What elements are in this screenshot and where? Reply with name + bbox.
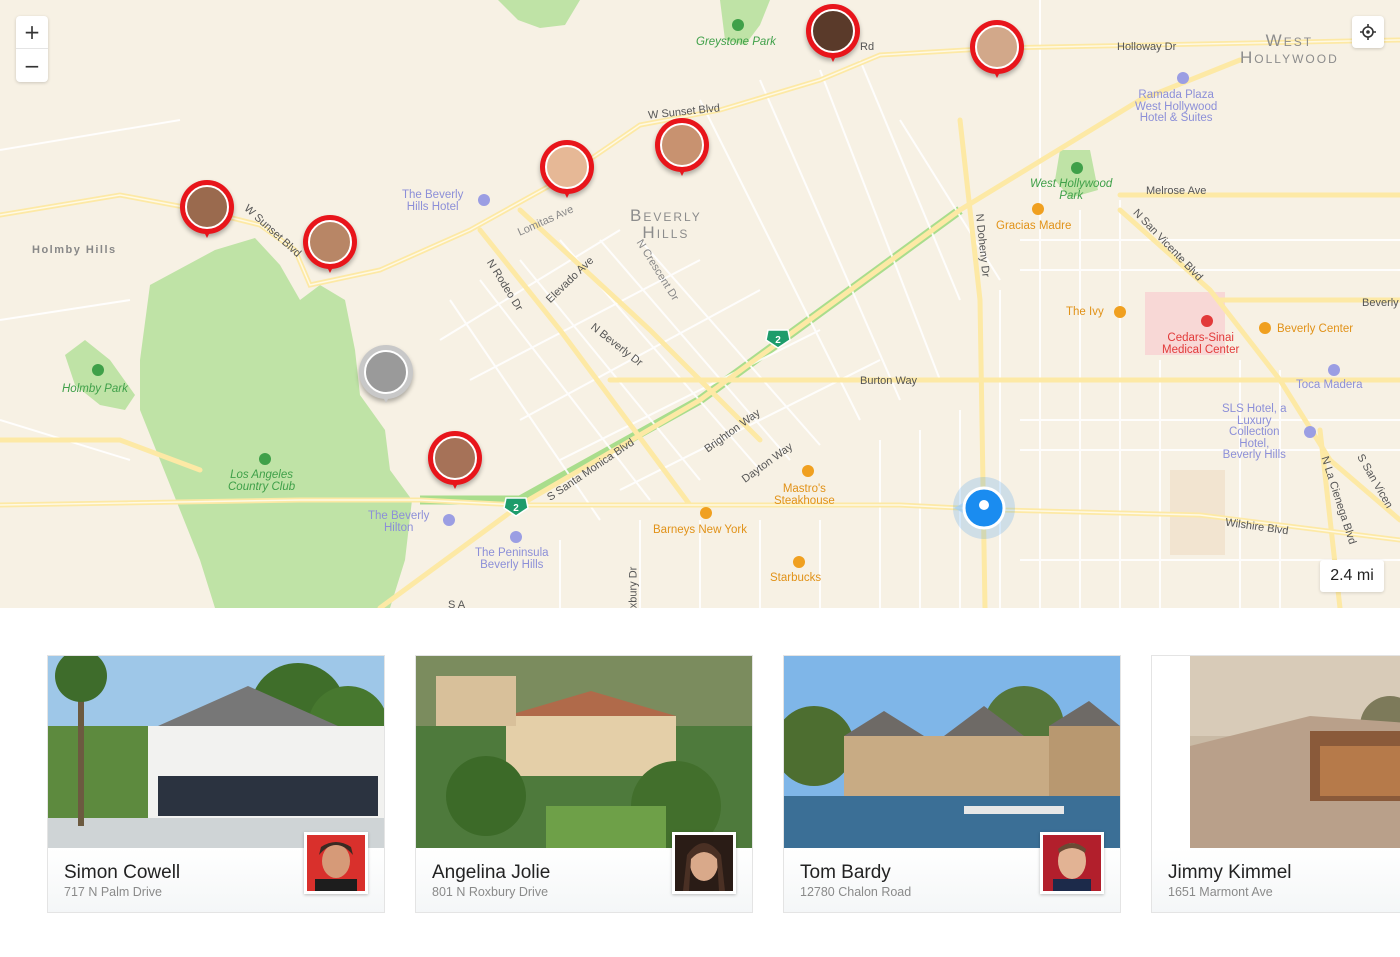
- avatar: [660, 123, 704, 167]
- greystone-park-area: [498, 0, 580, 28]
- card-avatar: [304, 832, 368, 894]
- highway-shield-text: 2: [513, 503, 519, 514]
- property-photo: [416, 656, 752, 848]
- district-west-hollywood: West Hollywood: [1240, 31, 1339, 67]
- poi-beverly-hilton: The Beverly Hilton: [368, 510, 430, 534]
- property-card[interactable]: Tom Bardy 12780 Chalon Road: [783, 655, 1121, 913]
- card-address: 801 N Roxbury Drive: [432, 885, 549, 899]
- zoom-control: + −: [16, 16, 48, 82]
- card-address: 1651 Marmont Ave: [1168, 885, 1273, 899]
- property-photo: [1190, 656, 1400, 848]
- avatar: [364, 350, 408, 394]
- avatar: [308, 220, 352, 264]
- avatar: [433, 436, 477, 480]
- district-holmby-hills: Holmby Hills: [32, 244, 117, 256]
- locate-button[interactable]: [1352, 16, 1384, 48]
- poi-ramada-plaza: Ramada Plaza West Hollywood Hotel & Suites: [1135, 89, 1218, 124]
- user-location-marker[interactable]: [950, 476, 1018, 540]
- highway-shield-text: 2: [775, 335, 781, 346]
- street-s-bottom: S A: [448, 599, 466, 609]
- lacc-park-area: [140, 238, 412, 608]
- pin-celebrity-4[interactable]: [540, 140, 596, 206]
- zoom-in-button[interactable]: +: [16, 16, 48, 49]
- pin-celebrity-6[interactable]: [303, 215, 359, 281]
- pin-simon-cowell[interactable]: [655, 118, 711, 184]
- pin-celebrity-7[interactable]: [359, 345, 415, 411]
- avatar: [185, 185, 229, 229]
- card-address: 717 N Palm Drive: [64, 885, 162, 899]
- card-name: Tom Bardy: [800, 862, 891, 883]
- poi-holmby-park: Holmby Park: [62, 383, 128, 395]
- poi-barneys: Barneys New York: [653, 524, 747, 536]
- card-avatar: [1040, 832, 1104, 894]
- poi-starbucks: Starbucks: [770, 572, 822, 584]
- property-card[interactable]: Angelina Jolie 801 N Roxbury Drive: [415, 655, 753, 913]
- district-beverly-hills: Beverly Hills: [630, 206, 702, 242]
- street-roxbury: oxbury Dr: [627, 566, 640, 608]
- poi-west-hollywood-park: West Hollywood Park: [1030, 178, 1113, 203]
- medical-poi-icon: [1201, 315, 1213, 327]
- street-melrose: Melrose Ave: [1146, 185, 1207, 197]
- poi-gracias-madre: Gracias Madre: [996, 220, 1072, 232]
- zoom-out-button[interactable]: −: [16, 49, 48, 82]
- card-address: 12780 Chalon Road: [800, 885, 912, 899]
- card-avatar: [672, 832, 736, 894]
- avatar: [307, 835, 365, 891]
- street-burton: Burton Way: [860, 375, 918, 387]
- crosshair-icon: [1360, 24, 1376, 40]
- property-card[interactable]: Simon Cowell 717 N Palm Drive: [47, 655, 385, 913]
- avatar: [675, 835, 733, 891]
- card-name: Simon Cowell: [64, 862, 181, 883]
- poi-greystone-park: Greystone Park: [696, 36, 776, 48]
- poi-la-country-club: Los Angeles Country Club: [228, 469, 296, 494]
- property-photo: [784, 656, 1120, 848]
- poi-sls-hotel: SLS Hotel, a Luxury Collection Hotel, Bever…: [1222, 403, 1287, 461]
- avatar: [975, 25, 1019, 69]
- poi-beverly-center: Beverly Center: [1277, 323, 1354, 335]
- poi-mastros: Mastro's Steakhouse: [774, 483, 835, 508]
- card-name: Angelina Jolie: [432, 862, 551, 883]
- poi-cedars-sinai: Cedars-Sinai Medical Center: [1162, 332, 1240, 357]
- property-photo: [48, 656, 384, 848]
- street-holloway: Holloway Dr: [1117, 41, 1177, 53]
- pin-angelina-jolie[interactable]: [428, 431, 484, 497]
- card-info: Jimmy Kimmel 1651 Marmont Ave: [1152, 848, 1400, 912]
- street-beverly-right: Beverly: [1362, 297, 1399, 309]
- map[interactable]: 2 2 West Hollywood Beverly Hills Holmby: [0, 0, 1400, 608]
- poi-peninsula: The Peninsula Beverly Hills: [475, 547, 549, 571]
- poi-toca-madera: Toca Madera: [1296, 379, 1363, 391]
- property-card[interactable]: Jimmy Kimmel 1651 Marmont Ave: [1151, 655, 1400, 913]
- scale-indicator: 2.4 mi: [1320, 560, 1384, 592]
- pin-celebrity-5[interactable]: [180, 180, 236, 246]
- property-card-list: Simon Cowell 717 N Palm Drive Angelina J…: [0, 608, 1400, 957]
- poi-the-ivy: The Ivy: [1066, 306, 1104, 318]
- avatar: [1043, 835, 1101, 891]
- avatar: [545, 145, 589, 189]
- avatar: [811, 9, 855, 53]
- card-name: Jimmy Kimmel: [1168, 862, 1292, 883]
- pin-celebrity-1[interactable]: [806, 4, 862, 70]
- pin-celebrity-2[interactable]: [970, 20, 1026, 86]
- street-rd: Rd: [860, 41, 875, 53]
- poi-beverly-hills-hotel: The Beverly Hills Hotel: [402, 189, 464, 213]
